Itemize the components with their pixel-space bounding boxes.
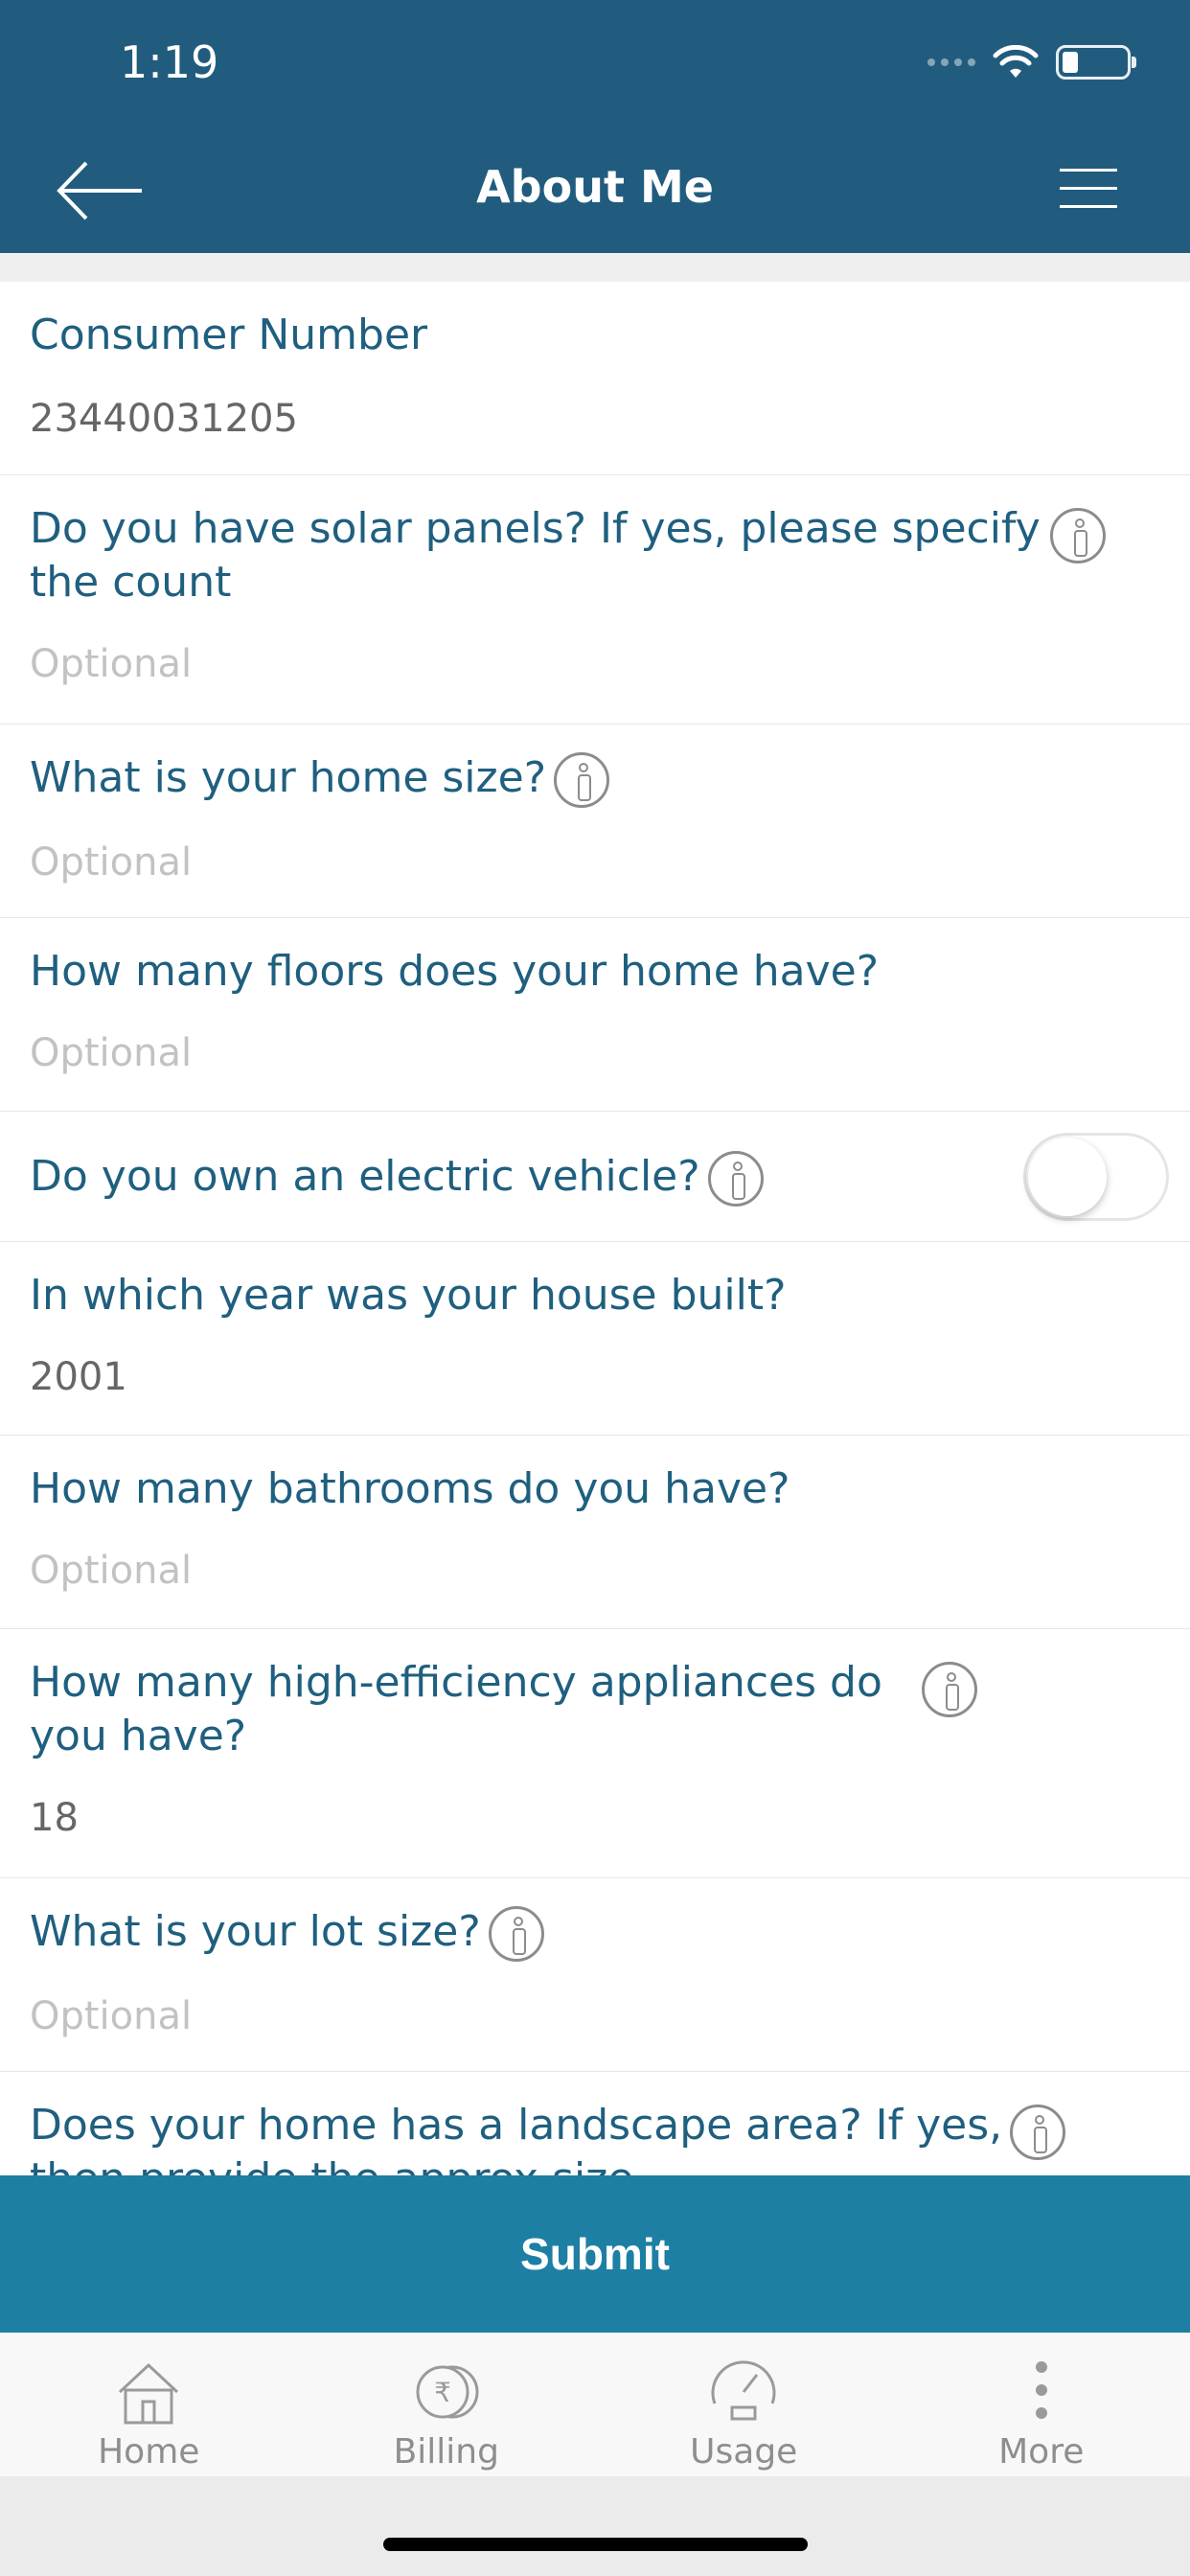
field-label: What is your lot size? [30,1907,481,1956]
home-indicator[interactable] [383,2538,808,2551]
field-label: How many high-efficiency appliances do y… [30,1658,882,1760]
tab-more[interactable]: More [893,2333,1190,2476]
field-input[interactable]: Optional [30,839,1075,886]
tab-label: Usage [690,2432,798,2472]
electric-vehicle-toggle[interactable] [1023,1133,1169,1221]
signal-icon [927,58,975,66]
svg-text:₹: ₹ [434,2377,451,2408]
field-label: Do you have solar panels? If yes, please… [30,504,1041,607]
tab-label: More [998,2432,1085,2472]
tab-home[interactable]: Home [0,2333,298,2476]
info-icon[interactable] [1050,508,1106,564]
bottom-tab-bar: Home ₹ Billing Usage More [0,2333,1190,2476]
tab-label: Home [98,2432,200,2472]
floors-field[interactable]: How many floors does your home have? Opt… [0,918,1190,1112]
info-icon[interactable] [554,752,610,808]
home-size-field[interactable]: What is your home size? Optional [0,724,1190,918]
electric-vehicle-field: Do you own an electric vehicle? [0,1112,1190,1242]
field-input[interactable]: Optional [30,1547,1075,1595]
page-title: About Me [476,161,714,213]
tab-billing[interactable]: ₹ Billing [298,2333,596,2476]
header-separator [0,253,1190,282]
about-me-form: Consumer Number 23440031205 Do you have … [0,282,1190,2175]
field-value: 23440031205 [30,397,298,441]
appliances-field[interactable]: How many high-efficiency appliances do y… [0,1629,1190,1878]
submit-button[interactable]: Submit [0,2175,1190,2333]
app-header: 1:19 About Me [0,0,1190,253]
battery-icon [1056,45,1136,80]
field-label: Do you own an electric vehicle? [30,1152,700,1201]
field-question: Do you own an electric vehicle? [30,1150,1075,1207]
field-input[interactable]: 2001 [30,1353,1075,1401]
info-icon[interactable] [922,1662,977,1717]
wifi-icon [993,45,1039,78]
field-input[interactable]: Optional [30,640,1075,688]
field-label: How many bathrooms do you have? [30,1464,790,1513]
tab-usage[interactable]: Usage [595,2333,893,2476]
status-time: 1:19 [120,36,219,88]
tab-label: Billing [393,2432,499,2472]
year-built-field[interactable]: In which year was your house built? 2001 [0,1242,1190,1436]
info-icon[interactable] [1010,2104,1065,2160]
field-label: In which year was your house built? [30,1271,787,1320]
hamburger-menu-icon[interactable] [1060,169,1117,211]
field-label: How many floors does your home have? [30,947,880,996]
status-icons [927,38,1136,86]
field-input[interactable]: Optional [30,1992,1075,2040]
home-indicator-area [0,2476,1190,2576]
field-input[interactable]: Optional [30,1029,1075,1077]
rupee-coins-icon: ₹ [416,2365,479,2419]
field-label: Does your home has a landscape area? If … [30,2101,1003,2175]
landscape-area-field[interactable]: Does your home has a landscape area? If … [0,2072,1190,2175]
bathrooms-field[interactable]: How many bathrooms do you have? Optional [0,1436,1190,1629]
field-question: What is your lot size? [30,1905,1075,1962]
field-label: Consumer Number [30,310,428,359]
solar-panels-field[interactable]: Do you have solar panels? If yes, please… [0,475,1190,724]
info-icon[interactable] [707,1151,764,1207]
field-label: What is your home size? [30,753,547,802]
consumer-number-field[interactable]: Consumer Number 23440031205 [0,282,1190,475]
field-input[interactable]: 18 [30,1794,941,1842]
toggle-knob [1028,1138,1107,1216]
home-icon [119,2362,179,2425]
field-question: What is your home size? [30,751,1075,808]
gauge-icon [711,2360,776,2421]
info-icon[interactable] [488,1906,544,1962]
lot-size-field[interactable]: What is your lot size? Optional [0,1878,1190,2072]
more-vertical-icon [1035,2361,1047,2419]
